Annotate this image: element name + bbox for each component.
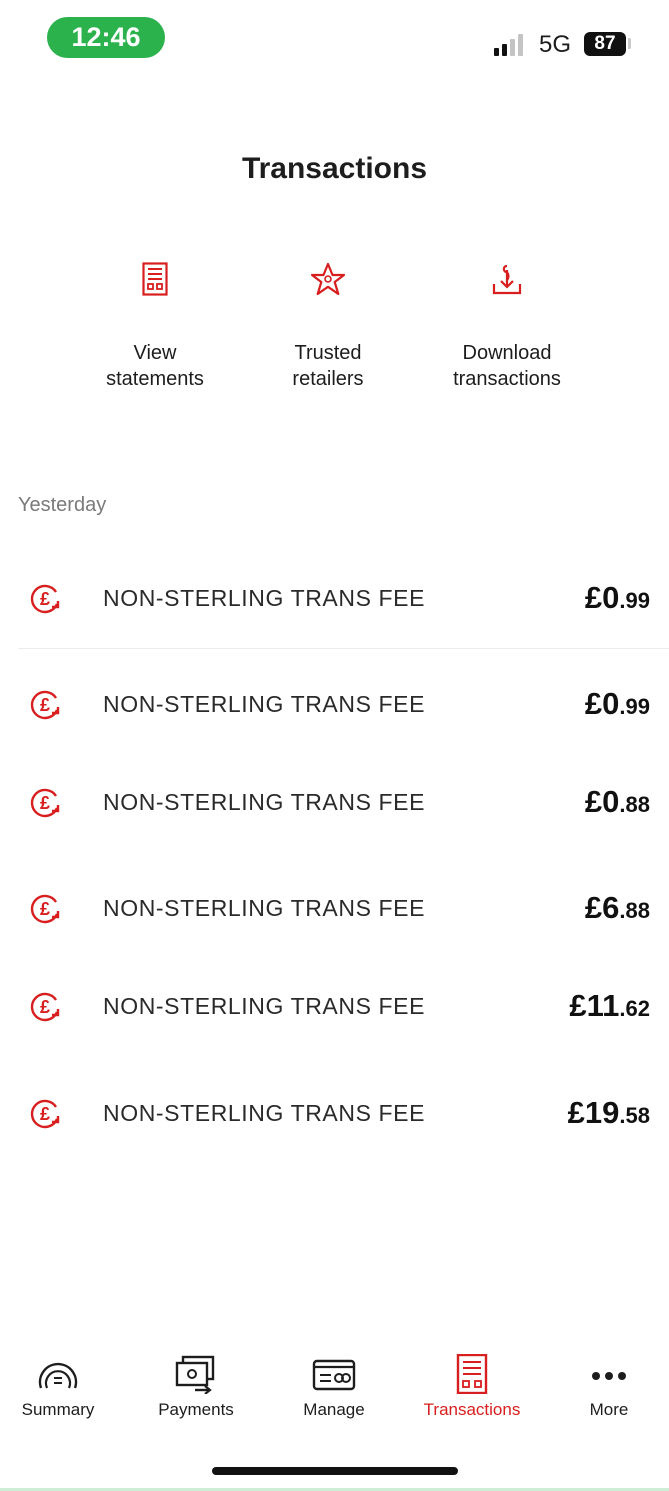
battery-tip <box>628 38 631 49</box>
svg-text:£: £ <box>40 793 50 813</box>
star-icon <box>310 262 346 296</box>
transaction-amount: £19.58 <box>567 1095 650 1130</box>
nav-summary[interactable]: Summary <box>0 1354 123 1420</box>
section-date-label: Yesterday <box>18 494 107 516</box>
view-statements-label: View statements <box>106 342 204 390</box>
more-icon <box>592 1372 626 1380</box>
row-divider <box>18 648 669 649</box>
transaction-row[interactable]: £ NON-STERLING TRANS FEE £0.99 <box>0 568 669 628</box>
pound-fee-icon: £ <box>30 992 60 1022</box>
trusted-retailers-button[interactable]: Trusted retailers <box>233 262 423 392</box>
signal-icon <box>494 34 530 56</box>
pound-fee-icon: £ <box>30 894 60 924</box>
nav-manage[interactable]: Manage <box>269 1354 399 1420</box>
pound-fee-icon: £ <box>30 1099 60 1129</box>
download-icon <box>492 264 522 295</box>
pound-fee-icon: £ <box>30 690 60 720</box>
nav-more[interactable]: More <box>544 1354 669 1420</box>
transaction-description: NON-STERLING TRANS FEE <box>103 691 426 717</box>
transaction-amount: £0.99 <box>584 686 650 721</box>
svg-text:£: £ <box>40 1104 50 1124</box>
transaction-row[interactable]: £ NON-STERLING TRANS FEE £0.99 <box>0 674 669 734</box>
transaction-amount: £0.88 <box>584 784 650 819</box>
download-transactions-button[interactable]: Download transactions <box>412 262 602 392</box>
transaction-amount: £6.88 <box>584 890 650 925</box>
nav-summary-label: Summary <box>21 1400 95 1419</box>
transaction-row[interactable]: £ NON-STERLING TRANS FEE £19.58 <box>0 1083 669 1143</box>
nav-transactions[interactable]: Transactions <box>407 1354 537 1420</box>
pound-fee-icon: £ <box>30 788 60 818</box>
transaction-amount: £11.62 <box>569 988 650 1023</box>
transaction-description: NON-STERLING TRANS FEE <box>103 789 426 815</box>
nav-payments-label: Payments <box>158 1400 234 1419</box>
trusted-retailers-label: Trusted retailers <box>292 342 364 390</box>
summary-icon <box>38 1362 78 1389</box>
svg-text:£: £ <box>40 899 50 919</box>
view-statements-button[interactable]: View statements <box>60 262 250 392</box>
transaction-description: NON-STERLING TRANS FEE <box>103 585 426 611</box>
transaction-amount: £0.99 <box>584 580 650 615</box>
manage-icon <box>312 1359 356 1391</box>
nav-payments[interactable]: Payments <box>131 1354 261 1420</box>
payments-icon <box>175 1355 215 1394</box>
home-indicator[interactable] <box>212 1467 458 1475</box>
transaction-row[interactable]: £ NON-STERLING TRANS FEE £11.62 <box>0 976 669 1036</box>
transaction-row[interactable]: £ NON-STERLING TRANS FEE £0.88 <box>0 772 669 832</box>
statement-icon <box>142 262 168 296</box>
svg-text:£: £ <box>40 695 50 715</box>
transaction-description: NON-STERLING TRANS FEE <box>103 1100 426 1126</box>
transaction-description: NON-STERLING TRANS FEE <box>103 993 426 1019</box>
svg-text:£: £ <box>40 589 50 609</box>
svg-text:£: £ <box>40 997 50 1017</box>
status-time: 12:46 <box>47 17 165 58</box>
nav-transactions-label: Transactions <box>423 1400 521 1419</box>
pound-fee-icon: £ <box>30 584 60 614</box>
battery-icon: 87 <box>584 32 626 56</box>
transaction-row[interactable]: £ NON-STERLING TRANS FEE £6.88 <box>0 878 669 938</box>
nav-manage-label: Manage <box>303 1400 365 1419</box>
transactions-icon <box>456 1354 488 1394</box>
network-label: 5G <box>539 31 572 58</box>
download-transactions-label: Download transactions <box>453 342 561 390</box>
page-title: Transactions <box>241 152 428 185</box>
transaction-description: NON-STERLING TRANS FEE <box>103 895 426 921</box>
nav-more-label: More <box>589 1400 629 1419</box>
